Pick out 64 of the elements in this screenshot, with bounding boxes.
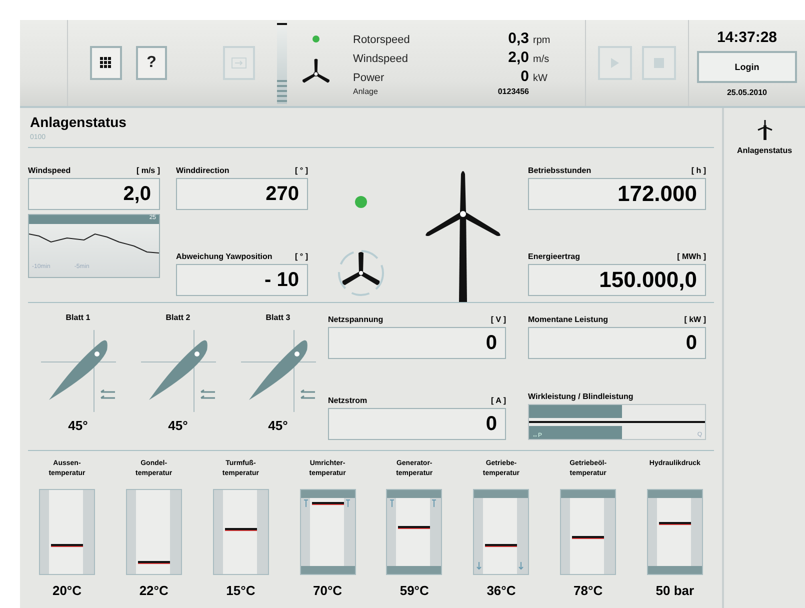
wind-turbine-icon xyxy=(756,120,772,140)
plant-id: 0123456 xyxy=(496,87,530,96)
reading-value: 2,0 xyxy=(507,49,530,66)
blade-label: Blatt 1 xyxy=(66,313,90,322)
blade-label: Blatt 3 xyxy=(266,313,290,322)
gauge-value: 20°C xyxy=(52,583,82,598)
unit-label: [ m/s ] xyxy=(136,166,160,175)
clock-time: 14:37:28 xyxy=(716,29,778,46)
gauge-value: 36°C xyxy=(486,583,516,598)
yaw-rotor-icon xyxy=(336,248,386,298)
plant-label: Anlage xyxy=(353,87,379,96)
reading-label: Rotorspeed xyxy=(353,34,411,46)
blade-angle: 45° xyxy=(268,418,288,433)
field-label: Netzstrom xyxy=(328,396,368,405)
date-label: 25.05.2010 xyxy=(726,88,768,97)
field-label: Windspeed xyxy=(28,166,71,175)
reading-label: Windspeed xyxy=(353,53,410,65)
play-icon xyxy=(610,57,620,69)
unit-label: [ A ] xyxy=(491,396,506,405)
gauge-value: 15°C xyxy=(226,583,256,598)
blade-angle: 45° xyxy=(68,418,88,433)
gauge-value: 59°C xyxy=(400,583,429,598)
gauge-value: 78°C xyxy=(574,583,603,598)
arrow-box-icon xyxy=(231,57,248,69)
value-display: - 10 xyxy=(176,264,308,296)
gauge-value: 50 bar xyxy=(656,583,694,598)
gauge-value: 70°C xyxy=(313,583,342,598)
field-label: Netzspannung xyxy=(328,315,384,324)
field-label: Wirkleistung / Blindleistung xyxy=(528,392,634,401)
page-title: Anlagenstatus xyxy=(30,114,128,130)
reading-unit: kW xyxy=(533,73,548,84)
unit-label: [ kW ] xyxy=(684,315,706,324)
stop-icon xyxy=(654,58,664,68)
unit-label: [ ° ] xyxy=(295,252,308,261)
reading-value: 0,3 xyxy=(507,30,530,47)
help-button[interactable]: ? xyxy=(136,46,168,80)
reading-label: Power xyxy=(353,72,386,84)
grid-menu-button[interactable] xyxy=(90,46,122,80)
reading-unit: m/s xyxy=(533,54,550,65)
gauge-value: 22°C xyxy=(139,583,168,598)
field-label: Energieertrag xyxy=(528,252,580,261)
field-label: Betriebsstunden xyxy=(528,166,592,175)
value-display: 150.000,0 xyxy=(528,264,706,296)
sidebar-item[interactable]: Anlagenstatus xyxy=(732,118,796,157)
field-label: Momentane Leistung xyxy=(528,315,608,324)
reading-unit: rpm xyxy=(533,35,552,46)
login-button[interactable]: Login xyxy=(697,51,797,83)
field-label: Winddirection xyxy=(176,166,230,175)
unit-label: [ MWh ] xyxy=(677,252,706,261)
unit-label: [ V ] xyxy=(490,315,506,324)
value-display: 0 xyxy=(528,327,706,359)
value-display: 172.000 xyxy=(528,178,706,210)
blade-angle: 45° xyxy=(168,418,188,433)
value-display: 2,0 xyxy=(28,178,160,210)
value-display: 270 xyxy=(176,178,308,210)
unit-label: [ h ] xyxy=(691,166,706,175)
sidebar-label: Anlagenstatus xyxy=(736,146,792,155)
field-label: Abweichung Yawposition xyxy=(176,252,272,261)
grid-icon xyxy=(100,57,112,69)
unit-label: [ ° ] xyxy=(295,166,308,175)
value-display: 0 xyxy=(328,327,506,359)
blade-label: Blatt 2 xyxy=(166,313,190,322)
reading-value: 0 xyxy=(520,68,530,85)
value-display: 0 xyxy=(328,408,506,440)
